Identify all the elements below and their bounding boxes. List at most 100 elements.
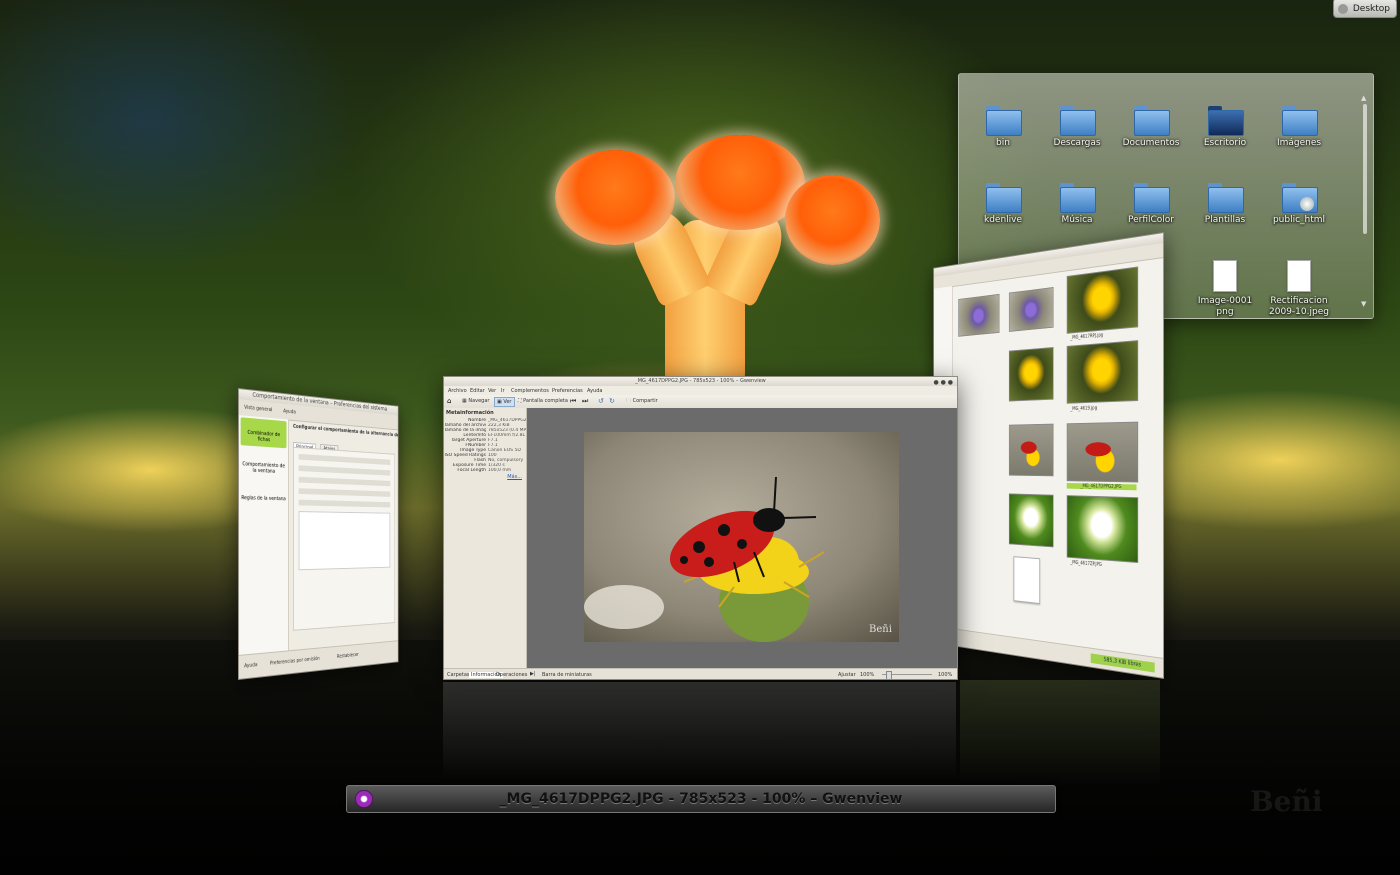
file-item-image-0001[interactable]: Image-0001 png [1185,260,1265,318]
menu-editar[interactable]: Editar [470,388,485,394]
fullscreen-button[interactable]: ⛶ Pantalla completa [518,398,568,404]
scroll-down-icon[interactable]: ▼ [1361,300,1366,308]
zoom-slider-handle[interactable] [886,671,892,679]
zoom-slider[interactable] [882,671,932,679]
folder-item-kdenlive[interactable]: kdenlive [963,183,1043,226]
folder-label: Escritorio [1203,138,1247,148]
file-item-rectificacion[interactable]: Rectificacion 2009-10.jpeg [1259,260,1339,318]
meta-row: Focal Length 100,0 mm [444,468,526,473]
info-panel: Metainformación Nombre _MG_4617DPPG2.J Tam… [444,408,527,668]
thumbnail[interactable] [1066,266,1139,334]
beetle-photo: Beñi [584,432,899,642]
folder-item-imagenes[interactable]: Imágenes [1259,106,1339,149]
sidebar-item-window-behavior[interactable]: Comportamiento de la ventana [241,451,287,481]
settings-row [298,488,391,497]
reset-button[interactable]: Restablecer [337,652,359,660]
thumbbar-toggle-icon[interactable]: ▶| [530,671,536,677]
rotate-left-icon[interactable]: ↺ [598,397,604,405]
help-button[interactable]: Ayuda [283,408,296,415]
folder-view-scrollbar[interactable]: ▲ ▼ [1361,94,1369,308]
folder-label: PerfilColor [1127,215,1174,225]
thumbnail[interactable] [1066,340,1139,404]
folder-item-descargas[interactable]: Descargas [1037,106,1117,149]
scrollbar-thumb[interactable] [1363,104,1367,234]
zoom-fit-button[interactable]: Ajustar [838,672,856,678]
menu-complementos[interactable]: Complementos [511,388,549,394]
gwenview-window[interactable]: _MG_4617DPPG2.JPG - 785x523 - 100% – Gwe… [443,376,958,680]
help-footer-button[interactable]: Ayuda [244,662,257,669]
folder-label: Música [1061,215,1093,225]
image-browser-window[interactable]: _MG_4617RPJ.jpg _MG_4619.jpg _MG_4617DPP… [933,232,1164,679]
menu-ver[interactable]: Ver [488,388,496,394]
folder-icon [986,183,1022,213]
share-label: Compartir [632,398,658,404]
overview-button[interactable]: Vista general [244,405,272,414]
desktop-stage: { "desktop_button": {"label": "Desktop",… [0,0,1400,875]
menu-ir[interactable]: Ir [501,388,505,394]
window-title: _MG_4617DPPG2.JPG - 785x523 - 100% – Gwe… [635,378,766,384]
thumbnail[interactable] [1066,495,1139,564]
tab-operaciones[interactable]: Operaciones [496,672,527,678]
folder-item-bin[interactable]: bin [963,106,1043,149]
folder-label: Descargas [1053,138,1101,148]
more-link[interactable]: Más... [507,474,522,480]
thumbnail[interactable] [1008,493,1054,548]
folder-item-musica[interactable]: Música [1037,183,1117,226]
menu-preferencias[interactable]: Preferencias [552,388,583,394]
folder-item-perfilcolor[interactable]: PerfilColor [1111,183,1191,226]
next-icon[interactable]: ⏭ [582,397,588,406]
gwenview-toolbar: ⌂ ▦ Navegar ▣ Ver ⛶ Pantalla completa ⏮ … [444,395,957,409]
thumb-caption: _MG_4617RPJ.jpg [1070,332,1104,341]
gwenview-reflection [443,682,956,782]
window-switcher-bar[interactable]: _MG_4617DPPG2.JPG - 785x523 - 100% – Gwe… [346,785,1056,813]
previous-icon[interactable]: ⏮ [570,397,576,406]
image-file-icon [1287,260,1311,292]
gwenview-statusbar: Carpetas Información Operaciones ▶| Barr… [444,668,957,679]
folder-item-plantillas[interactable]: Plantillas [1185,183,1265,226]
thumbnail[interactable] [1008,286,1054,332]
image-viewport[interactable]: Beñi [527,408,957,668]
tab-carpetas[interactable]: Carpetas [447,672,470,678]
folder-item-public-html[interactable]: public_html [1259,183,1339,226]
thumbbar-label[interactable]: Barra de miniaturas [542,672,592,678]
menu-archivo[interactable]: Archivo [448,388,467,394]
menu-ayuda[interactable]: Ayuda [587,388,602,394]
fullscreen-label: Pantalla completa [523,398,568,404]
thumbnail[interactable] [1008,423,1054,477]
sidebar-item-window-rules[interactable]: Reglas de la ventana [241,485,287,514]
desktop-icon [1338,4,1348,14]
desktop-folder-icon [1208,106,1244,136]
photo-watermark: Beñi [869,624,892,635]
folder-label: Plantillas [1204,215,1246,225]
settings-sidebar: Combinador de fichas Comportamiento de l… [238,415,289,655]
defaults-button[interactable]: Preferencias por omisión [270,656,320,667]
folder-item-documentos[interactable]: Documentos [1111,106,1191,149]
thumbnail[interactable] [958,293,1000,337]
thumbnail[interactable] [1008,347,1054,402]
gwenview-icon [355,790,373,808]
home-icon[interactable]: ⌂ [447,397,451,405]
settings-row [298,453,391,466]
desktop-button[interactable]: Desktop [1333,0,1397,18]
thumb-caption: _MG_4617ZP.JPG [1070,559,1102,568]
selected-caption: _MG_4617DPPG2.JPG [1066,483,1137,491]
browse-label: Navegar [468,398,490,404]
settings-list[interactable] [298,511,391,571]
browse-button[interactable]: ▦ Navegar [460,398,491,404]
sidebar-item-tabbox[interactable]: Combinador de fichas [240,417,287,449]
share-button[interactable]: 🗀 Compartir [626,398,658,406]
folder-item-escritorio[interactable]: Escritorio [1185,106,1265,149]
scroll-up-icon[interactable]: ▲ [1361,94,1366,102]
rotate-right-icon[interactable]: ↻ [609,397,615,405]
folder-label: public_html [1272,215,1326,225]
file-label: Image-0001 png [1197,296,1253,317]
folder-icon [1134,106,1170,136]
image-file-icon [1213,260,1237,292]
meta-list: Nombre _MG_4617DPPG2.J Tamaño del archivo 2… [444,418,526,473]
document-thumbnail[interactable] [1013,556,1040,605]
folder-label: kdenlive [983,215,1023,225]
system-settings-window[interactable]: Comportamiento de la ventana – Preferenc… [238,388,399,680]
browser-reflection [960,680,1160,790]
thumbnail-selected[interactable] [1066,421,1139,483]
view-button[interactable]: ▣ Ver [494,397,515,407]
